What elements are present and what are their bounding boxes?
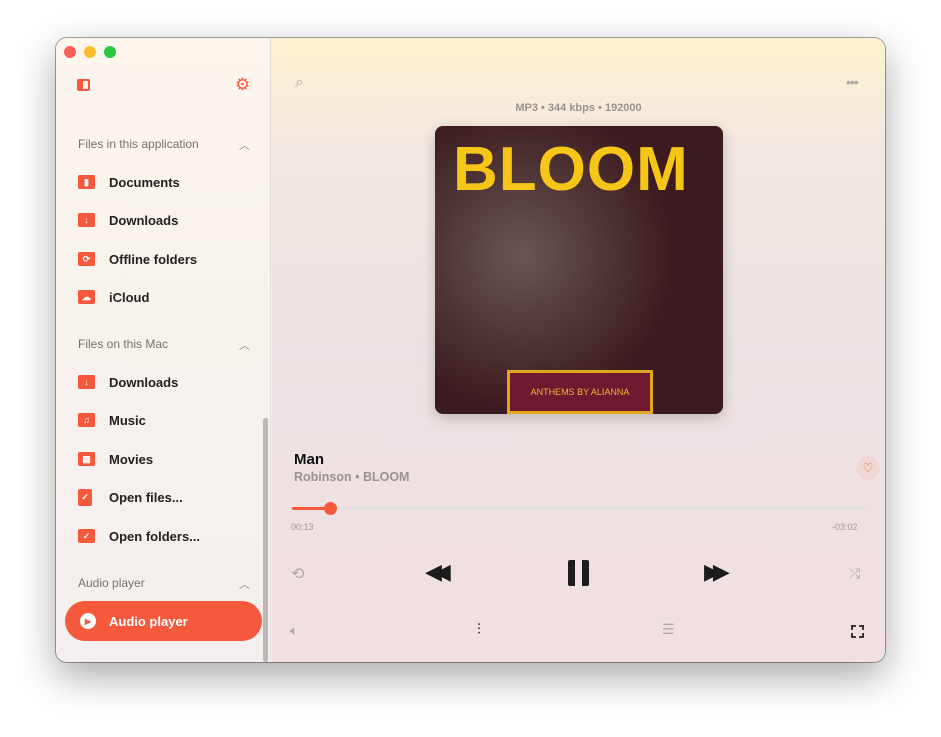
chevron-up-icon[interactable]: ︿ (239, 576, 250, 592)
sidebar-item-label: iCloud (109, 289, 150, 305)
sidebar-item-music[interactable]: ♫ Music (78, 405, 146, 435)
sidebar-item-audio-player[interactable]: ▶ Audio player (65, 601, 262, 641)
sidebar-item-movies[interactable]: ▦ Movies (78, 444, 153, 474)
sidebar-item-open-files[interactable]: ✓ Open files... (78, 482, 183, 512)
music-folder-icon: ♫ (78, 413, 95, 427)
progress-knob[interactable] (324, 502, 338, 515)
rewind-button[interactable]: ◀◀ (425, 559, 451, 585)
elapsed-time: 00:13 (291, 522, 314, 532)
sidebar-item-offline-folders[interactable]: ⟳ Offline folders (78, 244, 197, 274)
search-icon[interactable]: ⌕ (295, 74, 304, 92)
sidebar-item-label: Downloads (109, 374, 179, 390)
sidebar: ⚙ Files in this application ︿ ▮ Documents… (56, 38, 271, 662)
artist-album[interactable]: Robinson • BLOOM (294, 470, 409, 484)
chevron-up-icon[interactable]: ︿ (239, 337, 250, 353)
sidebar-item-label: Documents (109, 174, 180, 190)
sidebar-item-label: Music (109, 412, 146, 428)
sidebar-item-downloads[interactable]: ↓ Downloads (78, 205, 178, 235)
chevron-up-icon[interactable]: ︿ (239, 137, 250, 153)
equalizer-icon[interactable]: ⫶ (477, 621, 481, 638)
open-folder-icon: ✓ (78, 529, 95, 543)
format-info: MP3 • 344 kbps • 192000 (515, 102, 642, 114)
minimize-window-button[interactable] (84, 46, 96, 58)
track-title: Man (294, 451, 324, 468)
zoom-window-button[interactable] (104, 46, 116, 58)
queue-icon[interactable]: ☰ (662, 621, 675, 638)
sidebar-item-label: Open files... (109, 489, 183, 505)
sidebar-item-icloud[interactable]: ☁ iCloud (78, 282, 149, 312)
fullscreen-icon[interactable] (851, 625, 864, 638)
sidebar-item-documents[interactable]: ▮ Documents (78, 167, 180, 197)
audio-player: ⌕ ••• MP3 • 344 kbps • 192000 BLOOM ANTH… (272, 38, 885, 662)
sidebar-item-open-folders[interactable]: ✓ Open folders... (78, 521, 200, 551)
open-file-icon: ✓ (78, 488, 92, 506)
sidebar-item-label: Downloads (109, 212, 179, 228)
movie-folder-icon: ▦ (78, 452, 95, 466)
sidebar-item-label: Offline folders (109, 251, 198, 267)
progress-slider[interactable] (292, 502, 866, 515)
cloud-folder-icon: ☁ (78, 290, 95, 304)
app-window: ⚙ Files in this application ︿ ▮ Documents… (56, 38, 885, 662)
download-folder-icon: ↓ (78, 213, 95, 227)
toggle-sidebar-icon[interactable] (77, 79, 90, 91)
album-art: BLOOM ANTHEMS BY ALIANNA (435, 126, 723, 414)
sidebar-item-label: Open folders... (109, 528, 201, 544)
repeat-icon[interactable]: ⟲ (291, 564, 304, 584)
shuffle-icon[interactable]: ⤮ (849, 565, 860, 582)
settings-gear-icon[interactable]: ⚙ (235, 75, 250, 95)
sidebar-item-label: Movies (109, 451, 154, 467)
section-header: Files in this application (78, 137, 199, 151)
close-window-button[interactable] (64, 46, 76, 58)
favorite-heart-button[interactable]: ♡ (856, 456, 880, 480)
document-folder-icon: ▮ (78, 175, 95, 189)
section-header: Audio player (78, 576, 145, 590)
sync-folder-icon: ⟳ (78, 252, 95, 266)
album-art-title: BLOOM (453, 135, 689, 204)
remaining-time: -03:02 (832, 522, 858, 532)
pause-button[interactable] (568, 560, 589, 586)
fast-forward-button[interactable]: ▶▶ (704, 559, 730, 585)
volume-icon[interactable]: 🔈︎ (290, 622, 298, 639)
more-options-icon[interactable]: ••• (846, 74, 859, 90)
album-art-subtitle: ANTHEMS BY ALIANNA (507, 370, 653, 414)
play-circle-icon: ▶ (80, 613, 96, 629)
sidebar-item-mac-downloads[interactable]: ↓ Downloads (78, 367, 178, 397)
section-header: Files on this Mac (78, 337, 169, 351)
download-folder-icon: ↓ (78, 375, 95, 389)
sidebar-scrollbar[interactable] (263, 418, 268, 662)
sidebar-item-label: Audio player (109, 613, 188, 629)
